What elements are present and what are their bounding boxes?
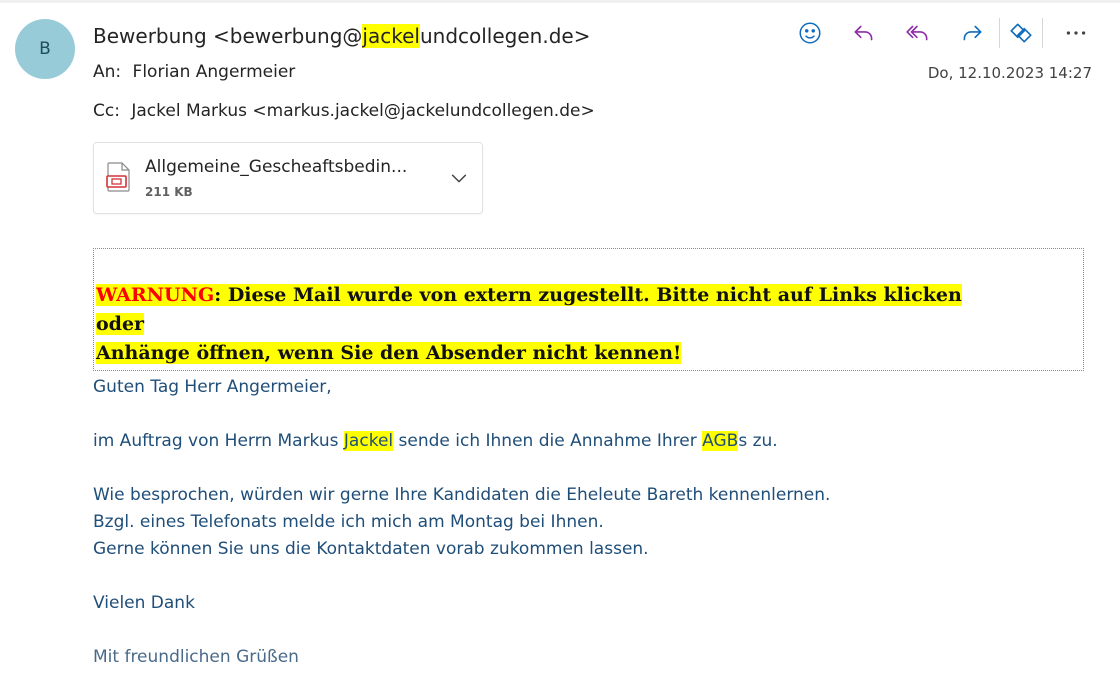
avatar-initial: B — [39, 39, 51, 59]
loop-button[interactable] — [1006, 18, 1036, 48]
greeting: Guten Tag Herr Angermeier, — [93, 377, 332, 397]
body-paragraph-2-line-1: Wie besprochen, würden wir gerne Ihre Ka… — [93, 485, 831, 505]
sender-email-suffix: undcollegen.de — [419, 24, 574, 48]
cc-recipient[interactable]: Jackel Markus <markus.jackel@jackelundco… — [131, 101, 594, 121]
emoji-button[interactable] — [795, 18, 825, 48]
reply-icon — [854, 25, 873, 41]
attachment-name: Allgemeine_Gescheaftsbedin... — [145, 157, 408, 177]
cc-label: Cc: — [93, 101, 120, 121]
sender-email-prefix: bewerbung@ — [229, 24, 363, 48]
external-warning-text: WARNUNG: Diese Mail wurde von extern zug… — [96, 281, 996, 368]
thanks-line: Vielen Dank — [93, 593, 195, 613]
sent-date: Do, 12.10.2023 14:27 — [927, 64, 1092, 82]
attachment-size: 211 KB — [145, 185, 193, 199]
loop-icon — [1010, 23, 1032, 43]
forward-icon — [963, 25, 982, 41]
pdf-file-icon — [106, 162, 130, 192]
more-icon — [1066, 31, 1086, 35]
message-body: Guten Tag Herr Angermeier, im Auftrag vo… — [93, 374, 830, 671]
warning-keyword: WARNUNG — [96, 284, 215, 306]
sender-name: Bewerbung — [93, 24, 207, 48]
p1-text-b: sende ich Ihnen die Annahme Ihrer — [393, 431, 703, 451]
p1-highlight-jackel: Jackel — [343, 431, 394, 451]
external-warning-box: WARNUNG: Diese Mail wurde von extern zug… — [93, 248, 1084, 371]
body-paragraph-2-line-2: Bzgl. eines Telefonats melde ich mich am… — [93, 512, 604, 532]
avatar[interactable]: B — [15, 19, 75, 79]
p1-text-a: im Auftrag von Herrn Markus — [93, 431, 344, 451]
reply-all-button[interactable] — [903, 18, 933, 48]
emoji-icon — [799, 22, 821, 44]
toolbar-separator — [999, 18, 1000, 48]
warning-line-1: : Diese Mail wurde von extern zugestellt… — [96, 284, 962, 335]
top-divider — [0, 0, 1120, 3]
attachment-card[interactable]: Allgemeine_Gescheaftsbedin... 211 KB — [93, 142, 483, 214]
sender-line[interactable]: Bewerbung <bewerbung@jackelundcollegen.d… — [93, 24, 590, 48]
to-line: An: Florian Angermeier — [93, 62, 295, 82]
warning-line-2: Anhänge öffnen, wenn Sie den Absender ni… — [96, 342, 682, 364]
body-paragraph-1: im Auftrag von Herrn Markus Jackel sende… — [93, 428, 830, 455]
toolbar-separator-2 — [1042, 18, 1043, 48]
sender-email: <bewerbung@jackelundcollegen.de> — [213, 24, 591, 48]
to-recipient[interactable]: Florian Angermeier — [133, 62, 296, 82]
sender-email-highlight: jackel — [362, 24, 420, 48]
message-toolbar — [795, 18, 1091, 48]
p1-highlight-agb: AGB — [702, 431, 739, 451]
cc-line: Cc: Jackel Markus <markus.jackel@jackelu… — [93, 101, 595, 121]
reply-all-icon — [906, 25, 928, 41]
chevron-down-icon[interactable] — [448, 167, 470, 189]
to-label: An: — [93, 62, 122, 82]
closing-line: Mit freundlichen Grüßen — [93, 647, 299, 667]
body-paragraph-2-line-3: Gerne können Sie uns die Kontaktdaten vo… — [93, 539, 649, 559]
more-button[interactable] — [1061, 18, 1091, 48]
p1-text-c: s zu. — [738, 431, 778, 451]
reply-button[interactable] — [849, 18, 879, 48]
forward-button[interactable] — [957, 18, 987, 48]
